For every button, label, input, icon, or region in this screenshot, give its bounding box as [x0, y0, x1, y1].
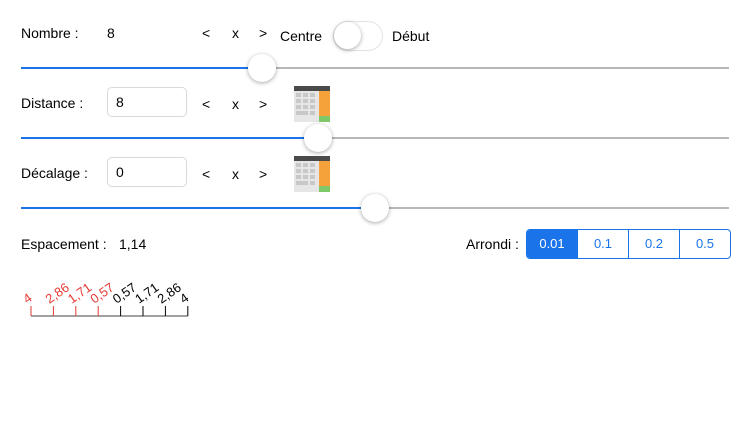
arrondi-option[interactable]: 0.2 — [628, 230, 679, 258]
arrondi-option[interactable]: 0.01 — [527, 230, 577, 258]
decalage-slider-thumb[interactable] — [361, 194, 389, 222]
distance-slider-fill — [21, 137, 318, 139]
decalage-input[interactable] — [107, 157, 187, 187]
distance-next-button[interactable]: > — [259, 96, 267, 112]
debut-label: Début — [392, 28, 430, 44]
distance-input[interactable] — [107, 87, 187, 117]
distance-slider-track[interactable] — [21, 137, 729, 139]
arrondi-segmented-control[interactable]: 0.01 0.1 0.2 0.5 — [526, 229, 731, 259]
distance-slider-thumb[interactable] — [304, 124, 332, 152]
ruler-tick-label: 4 — [20, 290, 35, 306]
decalage-next-button[interactable]: > — [259, 166, 267, 182]
distance-label: Distance : — [21, 95, 84, 111]
arrondi-option[interactable]: 0.1 — [577, 230, 628, 258]
calculator-icon[interactable] — [294, 156, 330, 192]
centre-label: Centre — [280, 28, 323, 44]
decalage-slider-rest — [375, 207, 729, 209]
toggle-knob — [334, 22, 361, 49]
nombre-slider-fill — [21, 67, 262, 69]
decalage-prev-button[interactable]: < — [202, 166, 210, 182]
ruler-diagram: 4 2,861,710,570,571,712,864 — [20, 280, 192, 317]
decalage-clear-button[interactable]: x — [232, 166, 239, 182]
distance-slider-rest — [318, 137, 729, 139]
alignment-toggle[interactable] — [333, 21, 383, 51]
ruler-tick-label: 4 — [177, 290, 192, 306]
espacement-label: Espacement : — [21, 236, 107, 252]
nombre-slider-rest — [262, 67, 729, 69]
nombre-clear-button[interactable]: x — [232, 25, 239, 41]
nombre-slider-track[interactable] — [21, 67, 729, 69]
nombre-value: 8 — [107, 25, 115, 41]
espacement-value: 1,14 — [119, 236, 147, 252]
nombre-prev-button[interactable]: < — [202, 25, 210, 41]
decalage-label: Décalage : — [21, 165, 88, 181]
distance-prev-button[interactable]: < — [202, 96, 210, 112]
arrondi-label: Arrondi : — [466, 236, 519, 252]
nombre-label: Nombre : — [21, 25, 79, 41]
arrondi-option[interactable]: 0.5 — [679, 230, 730, 258]
nombre-slider-thumb[interactable] — [248, 54, 276, 82]
distance-clear-button[interactable]: x — [232, 96, 239, 112]
calculator-icon[interactable] — [294, 86, 330, 122]
decalage-slider-fill — [21, 207, 375, 209]
nombre-next-button[interactable]: > — [259, 25, 267, 41]
